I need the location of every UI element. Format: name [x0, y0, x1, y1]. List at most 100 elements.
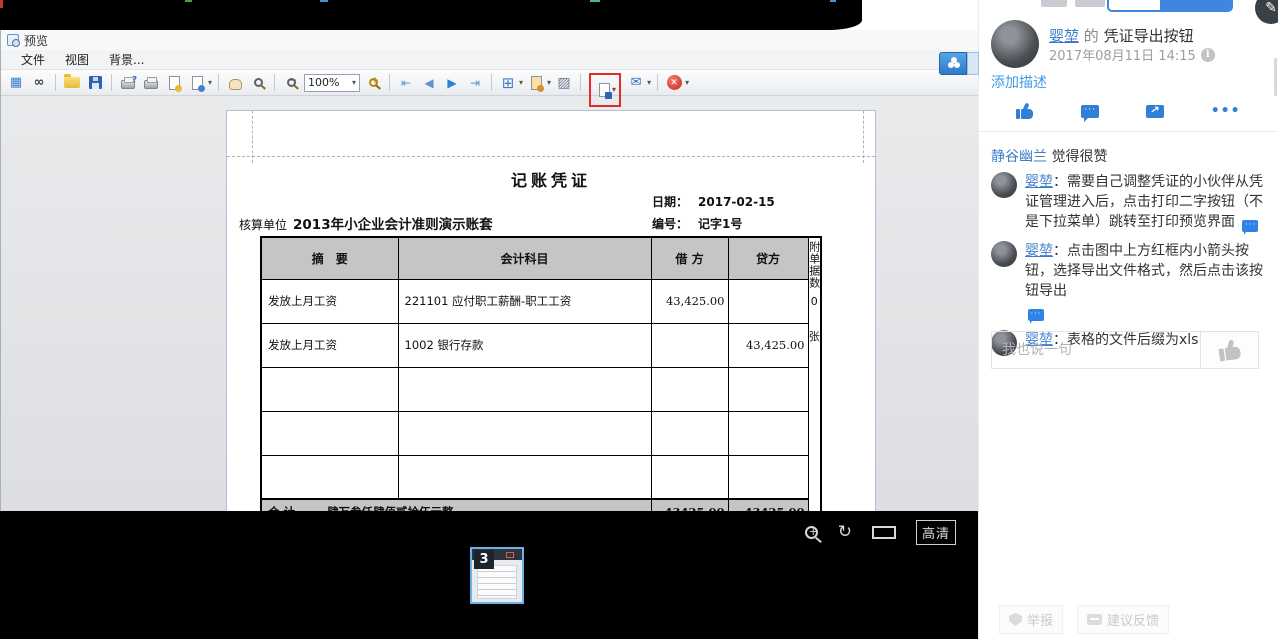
- thumbnails-icon[interactable]: ▦: [6, 73, 26, 93]
- first-page-icon[interactable]: ⇤: [396, 73, 416, 93]
- voucher-page: 记账凭证 日期：2017-02-15 核算单位2013年小企业会计准则演示账套 …: [226, 110, 876, 511]
- magnifier-icon: −: [287, 78, 296, 87]
- scale-options-icon[interactable]: [187, 73, 207, 93]
- voucher-date: 日期：2017-02-15: [652, 193, 775, 210]
- dropdown-caret[interactable]: ▾: [519, 78, 523, 87]
- find-icon[interactable]: ∞: [29, 73, 49, 93]
- share-clover-icon: [948, 62, 954, 68]
- comment-button[interactable]: ···: [1081, 105, 1099, 118]
- edit-button[interactable]: ✎: [1255, 0, 1278, 24]
- cell-credit: 43,425.00: [728, 323, 808, 367]
- cell-credit: [728, 411, 808, 455]
- page-icon: [169, 76, 180, 90]
- zoom-tool-icon[interactable]: [248, 73, 268, 93]
- paint-icon: [531, 76, 542, 90]
- menu-view[interactable]: 视图: [65, 51, 89, 68]
- hand-tool-icon[interactable]: [225, 73, 245, 93]
- multipage-view-icon[interactable]: ⊞: [498, 73, 518, 93]
- menu-file[interactable]: 文件: [21, 51, 45, 68]
- zoom-out-icon[interactable]: −: [281, 73, 301, 93]
- author-avatar[interactable]: [991, 20, 1039, 68]
- top-edge-sliver: [0, 0, 3, 8]
- cell-summary: 发放上月工资: [261, 279, 398, 323]
- zoom-combo[interactable]: 100%▾: [304, 74, 360, 92]
- cell-summary: [261, 455, 398, 499]
- panel-scrollbar[interactable]: [1274, 58, 1277, 96]
- chevron-down-icon: ▾: [352, 78, 356, 87]
- blue-button-fill: [1160, 0, 1231, 10]
- more-button[interactable]: •••: [1211, 103, 1241, 119]
- pencil-icon: ✎: [1265, 0, 1277, 16]
- col-header-debit: 借 方: [651, 237, 728, 279]
- cutoff-ui-fragment: [1075, 0, 1105, 7]
- panel-footer: 举报 建议反馈: [999, 605, 1169, 634]
- quick-print-icon[interactable]: [141, 73, 161, 93]
- document-canvas[interactable]: 记账凭证 日期：2017-02-15 核算单位2013年小企业会计准则演示账套 …: [1, 96, 979, 511]
- cutoff-ui-fragment: [1041, 0, 1067, 7]
- cell-credit: [728, 367, 808, 411]
- info-icon[interactable]: i: [1201, 48, 1215, 62]
- send-button[interactable]: [1200, 332, 1258, 368]
- cell-summary: [261, 411, 398, 455]
- commenter-link[interactable]: 婴堃: [1025, 174, 1053, 190]
- unit-value: 2013年小企业会计准则演示账套: [293, 217, 493, 233]
- printer-icon: ?: [121, 80, 135, 89]
- comment-panel: ✎ 婴堃 的 凭证导出按钮 2017年08月11日 14:15 i 添加描述 ·…: [978, 0, 1278, 639]
- hd-button[interactable]: 高清: [916, 520, 956, 545]
- thumbnail-badge: 3: [474, 550, 494, 569]
- cell-account: [398, 455, 651, 499]
- commenter-avatar[interactable]: [991, 172, 1017, 198]
- cutoff-blue-button[interactable]: [1107, 0, 1233, 12]
- table-row: [261, 411, 821, 455]
- author-link[interactable]: 婴堃: [1049, 27, 1079, 45]
- col-header-summary: 摘 要: [261, 237, 398, 279]
- total-row: 合 计 肆万叁仟肆佰贰拾伍元整 43425.00 43425.00: [261, 499, 821, 511]
- export-dropdown-caret[interactable]: ▾: [612, 85, 616, 94]
- share-overlay-button[interactable]: [939, 52, 967, 75]
- toolbar-overflow-caret[interactable]: ▾: [685, 78, 689, 87]
- share-button[interactable]: →: [1146, 105, 1164, 118]
- watermark-icon[interactable]: ▨: [554, 73, 574, 93]
- zoom-in-icon[interactable]: +: [363, 73, 383, 93]
- liker-link[interactable]: 静谷幽兰: [991, 149, 1047, 165]
- reply-box: [991, 331, 1259, 369]
- total-credit: 43425.00: [728, 499, 808, 511]
- cell-account: 221101 应付职工薪酬-职工工资: [398, 279, 651, 323]
- close-preview-button[interactable]: ✕: [664, 73, 684, 93]
- dropdown-caret[interactable]: ▾: [208, 78, 212, 87]
- open-icon[interactable]: [62, 73, 82, 93]
- email-icon[interactable]: ✉: [626, 73, 646, 93]
- commenter-link[interactable]: 婴堃: [1025, 243, 1053, 259]
- viewer-bottom-bar: ↻ 高清 3: [0, 511, 978, 639]
- export-highlight-box: ▾: [589, 73, 621, 107]
- share-overlay-secondary[interactable]: [967, 52, 979, 75]
- fullscreen-icon[interactable]: [872, 526, 896, 539]
- cell-debit: [651, 323, 728, 367]
- like-button[interactable]: [1016, 103, 1034, 119]
- print-dialog-icon[interactable]: ?: [118, 73, 138, 93]
- dropdown-caret[interactable]: ▾: [647, 78, 651, 87]
- screenshot-root: 预览 文件 视图 背景... ▦ ∞ ? ▾ − 100%▾ +: [0, 0, 1278, 639]
- save-icon[interactable]: [85, 73, 105, 93]
- next-page-icon[interactable]: ▶: [442, 73, 462, 93]
- page-setup-icon[interactable]: [164, 73, 184, 93]
- reply-bubble-icon[interactable]: ···: [1028, 309, 1044, 321]
- dropdown-caret[interactable]: ▾: [547, 78, 551, 87]
- add-description-link[interactable]: 添加描述: [991, 72, 1047, 92]
- refresh-icon[interactable]: ↻: [838, 524, 852, 541]
- export-button[interactable]: [594, 80, 614, 100]
- viewer-zoom-in-icon[interactable]: [805, 526, 818, 539]
- background-color-icon[interactable]: [526, 73, 546, 93]
- commenter-avatar[interactable]: [991, 241, 1017, 267]
- last-page-icon[interactable]: ⇥: [465, 73, 485, 93]
- feedback-button[interactable]: 建议反馈: [1077, 605, 1169, 634]
- comment-body: ：需要自己调整凭证的小伙伴从凭证管理进入后，点击打印二字按钮（不是下拉菜单）跳转…: [1025, 174, 1263, 230]
- comment-input[interactable]: [992, 332, 1200, 368]
- prev-page-icon[interactable]: ◀: [419, 73, 439, 93]
- cell-summary: [261, 367, 398, 411]
- report-button[interactable]: 举报: [999, 605, 1063, 634]
- page-thumbnail[interactable]: 3: [470, 547, 524, 604]
- toolbar-separator: [580, 74, 581, 91]
- menu-background[interactable]: 背景...: [109, 51, 144, 68]
- reply-bubble-icon[interactable]: ···: [1242, 220, 1258, 232]
